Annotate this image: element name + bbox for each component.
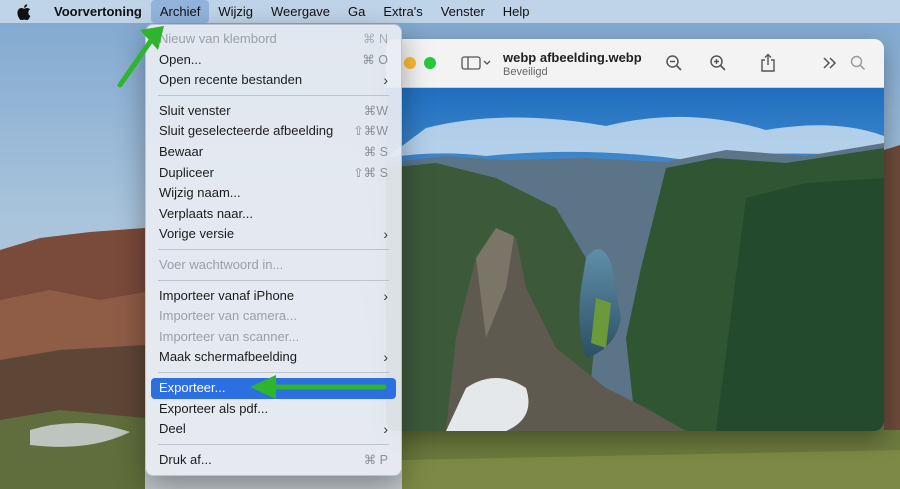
menu-item-label: Verplaats naar... [159, 205, 253, 221]
menu-ga[interactable]: Ga [339, 0, 374, 23]
menu-item-exporteer-als-pdf[interactable]: Exporteer als pdf... [151, 399, 396, 420]
submenu-chevron-icon: › [383, 349, 388, 366]
menu-separator [158, 371, 389, 373]
document-title: webp afbeelding.webp [503, 50, 642, 65]
search-icon[interactable] [846, 51, 870, 75]
sidebar-icon[interactable] [458, 51, 494, 75]
menu-item-label: Wijzig naam... [159, 185, 241, 201]
menu-item-shortcut: ⌘ P [363, 452, 388, 467]
menu-item-wijzig-naam[interactable]: Wijzig naam... [151, 183, 396, 204]
menu-item-maak-schermafbeelding[interactable]: Maak schermafbeelding › [151, 347, 396, 368]
menu-extras[interactable]: Extra's [374, 0, 431, 23]
menu-item-label: Voer wachtwoord in... [159, 256, 284, 272]
zoom-button[interactable] [424, 57, 436, 69]
menu-venster[interactable]: Venster [432, 0, 494, 23]
landscape-image [386, 88, 884, 431]
menu-item-shortcut: ⌘ S [363, 144, 388, 159]
menu-item-verplaats-naar[interactable]: Verplaats naar... [151, 204, 396, 225]
menu-item-label: Dupliceer [159, 164, 214, 180]
menu-item-label: Importeer vanaf iPhone [159, 287, 295, 303]
menu-archief[interactable]: Archief [150, 0, 210, 23]
menu-item-label: Sluit venster [159, 102, 231, 118]
submenu-chevron-icon: › [383, 421, 388, 438]
menu-item-dupliceer[interactable]: Dupliceer ⇧⌘ S [151, 163, 396, 184]
menu-item-bewaar[interactable]: Bewaar ⌘ S [151, 142, 396, 163]
menu-item-shortcut: ⌘ N [363, 32, 388, 46]
chevrons-right-icon[interactable] [818, 51, 842, 75]
document-subtitle: Beveiligd [503, 66, 548, 78]
apple-logo-icon[interactable] [14, 2, 34, 22]
submenu-chevron-icon: › [383, 72, 388, 89]
menu-item-label: Nieuw van klembord [159, 31, 277, 46]
menu-separator [158, 94, 389, 96]
menu-item-label: Druk af... [159, 451, 212, 467]
menu-item-label: Importeer van camera... [159, 308, 297, 324]
menu-item-shortcut: ⇧⌘ S [353, 165, 388, 180]
submenu-chevron-icon: › [383, 226, 388, 243]
menu-separator [158, 443, 389, 445]
menu-item-vorige-versie[interactable]: Vorige versie › [151, 224, 396, 245]
menu-item-importeer-van-camera: Importeer van camera... [151, 306, 396, 327]
menu-item-druk-af[interactable]: Druk af... ⌘ P [151, 450, 396, 471]
menu-item-sluit-geselecteerde-afbeelding[interactable]: Sluit geselecteerde afbeelding ⇧⌘W [151, 121, 396, 142]
menu-item-label: Exporteer... [159, 379, 226, 395]
menu-item-importeer-van-scanner: Importeer van scanner... [151, 327, 396, 348]
menu-item-sluit-venster[interactable]: Sluit venster ⌘W [151, 101, 396, 122]
menu-item-deel[interactable]: Deel › [151, 419, 396, 440]
menu-item-voer-wachtwoord-in: Voer wachtwoord in... [151, 255, 396, 276]
menu-bar: Voorvertoning Archief Wijzig Weergave Ga… [0, 0, 900, 23]
menu-item-exporteer[interactable]: Exporteer... [151, 377, 396, 399]
archief-dropdown-menu: Nieuw van klembord ⌘ N Open... ⌘ O Open rece… [145, 24, 402, 476]
menu-item-open[interactable]: Open... ⌘ O [151, 50, 396, 71]
menu-item-shortcut: ⇧⌘W [353, 124, 388, 139]
window-titlebar: webp afbeelding.webp Beveiligd [386, 39, 884, 88]
menu-item-label: Deel [159, 421, 186, 437]
menu-app-name[interactable]: Voorvertoning [50, 0, 151, 23]
menu-item-label: Open recente bestanden [159, 72, 303, 88]
share-icon[interactable] [756, 51, 780, 75]
zoom-out-icon[interactable] [662, 51, 686, 75]
minimize-button[interactable] [404, 57, 416, 69]
menu-weergave[interactable]: Weergave [262, 0, 339, 23]
menu-item-label: Exporteer als pdf... [159, 400, 269, 416]
menu-separator [158, 248, 389, 250]
menu-item-importeer-vanaf-iphone[interactable]: Importeer vanaf iPhone › [151, 286, 396, 307]
menu-help[interactable]: Help [494, 0, 539, 23]
menu-item-label: Sluit geselecteerde afbeelding [159, 123, 334, 139]
menu-item-label: Importeer van scanner... [159, 328, 300, 344]
submenu-chevron-icon: › [383, 287, 388, 304]
menu-item-label: Vorige versie [159, 226, 235, 242]
menu-separator [158, 279, 389, 281]
menu-item-label: Maak schermafbeelding [159, 349, 298, 365]
menu-item-label: Bewaar [159, 143, 204, 159]
menu-item-open-recente-bestanden[interactable]: Open recente bestanden › [151, 70, 396, 91]
zoom-in-icon[interactable] [706, 51, 730, 75]
preview-window: webp afbeelding.webp Beveiligd [386, 39, 884, 431]
menu-item-shortcut: ⌘ O [362, 52, 388, 67]
menu-item-label: Open... [159, 51, 202, 67]
menu-wijzig[interactable]: Wijzig [209, 0, 262, 23]
menu-item-shortcut: ⌘W [363, 103, 388, 118]
menu-item-nieuw-van-klembord: Nieuw van klembord ⌘ N [151, 29, 396, 50]
